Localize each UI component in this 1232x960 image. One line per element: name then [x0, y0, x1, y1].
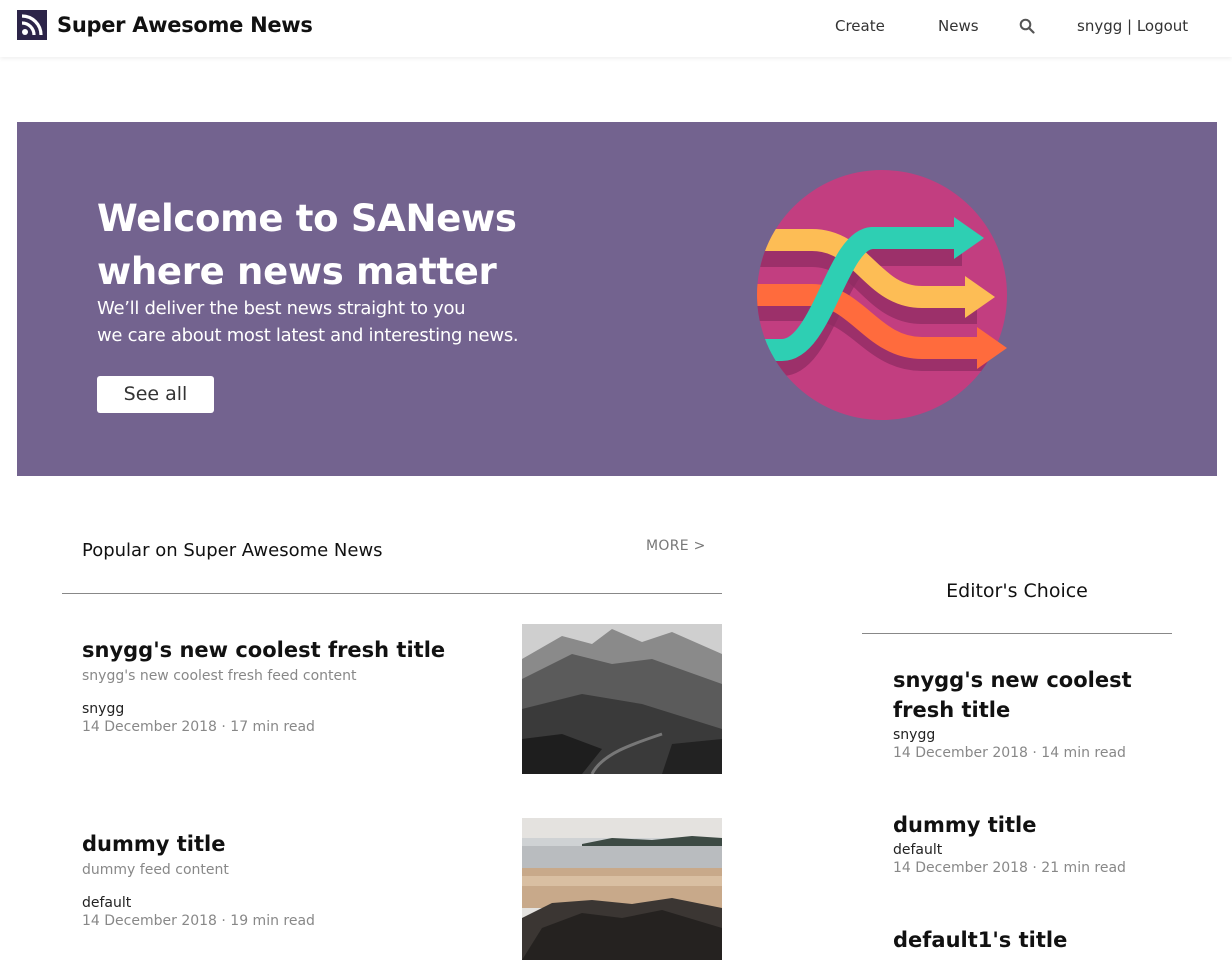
article-image-beach[interactable]: [522, 818, 722, 960]
hero-title-line1: Welcome to SANews: [97, 197, 517, 240]
hero-subtitle: We’ll deliver the best news straight to …: [97, 295, 617, 349]
article-meta: 14 December 2018 · 19 min read: [82, 913, 315, 929]
hero-subtitle-line2: we care about most latest and interestin…: [97, 325, 519, 346]
article-meta: 14 December 2018 · 17 min read: [82, 719, 315, 735]
editors-choice-item[interactable]: dummy title default 14 December 2018 · 2…: [893, 810, 1153, 876]
article-title[interactable]: snygg's new coolest fresh title: [82, 636, 502, 664]
article-author[interactable]: default: [82, 895, 502, 911]
nav-create-link[interactable]: Create: [835, 17, 885, 35]
see-all-button[interactable]: See all: [97, 376, 214, 413]
article-title[interactable]: dummy title: [82, 830, 502, 858]
hero-title-line2: where news matter: [97, 250, 497, 293]
editors-choice-item-meta: 14 December 2018 · 14 min read: [893, 745, 1126, 761]
more-link[interactable]: MORE >: [646, 538, 706, 554]
article-image-mountain[interactable]: [522, 624, 722, 774]
top-navbar: Super Awesome News Create News snygg | L…: [0, 0, 1232, 57]
editors-choice-item[interactable]: snygg's new coolest fresh title snygg 14…: [893, 665, 1153, 761]
editors-choice-item-title[interactable]: dummy title: [893, 810, 1153, 840]
popular-section-title: Popular on Super Awesome News: [82, 540, 383, 561]
article-description: dummy feed content: [82, 862, 229, 878]
search-icon[interactable]: [1019, 18, 1035, 34]
article-item[interactable]: snygg's new coolest fresh title snygg's …: [82, 636, 502, 735]
user-logout-link[interactable]: snygg | Logout: [1077, 17, 1188, 35]
hero-subtitle-line1: We’ll deliver the best news straight to …: [97, 298, 466, 319]
article-author[interactable]: snygg: [82, 701, 502, 717]
editors-choice-item[interactable]: default1's title: [893, 925, 1153, 955]
hero-banner: Welcome to SANews where news matter We’l…: [17, 122, 1217, 476]
divider: [62, 593, 722, 594]
editors-choice-title: Editor's Choice: [946, 580, 1088, 602]
brand-name[interactable]: Super Awesome News: [57, 13, 313, 37]
crossing-arrows-icon: [757, 170, 1007, 420]
editors-choice-item-title[interactable]: snygg's new coolest fresh title: [893, 665, 1153, 725]
rss-icon[interactable]: [17, 10, 47, 40]
editors-choice-item-meta: 14 December 2018 · 21 min read: [893, 860, 1126, 876]
hero-title: Welcome to SANews where news matter: [97, 192, 617, 298]
editors-choice-item-author[interactable]: snygg: [893, 727, 1153, 743]
article-description: snygg's new coolest fresh feed content: [82, 668, 357, 684]
divider: [862, 633, 1172, 634]
editors-choice-item-author[interactable]: default: [893, 842, 1153, 858]
editors-choice-item-title[interactable]: default1's title: [893, 925, 1153, 955]
nav-news-link[interactable]: News: [938, 17, 979, 35]
article-item[interactable]: dummy title dummy feed content default 1…: [82, 830, 502, 929]
